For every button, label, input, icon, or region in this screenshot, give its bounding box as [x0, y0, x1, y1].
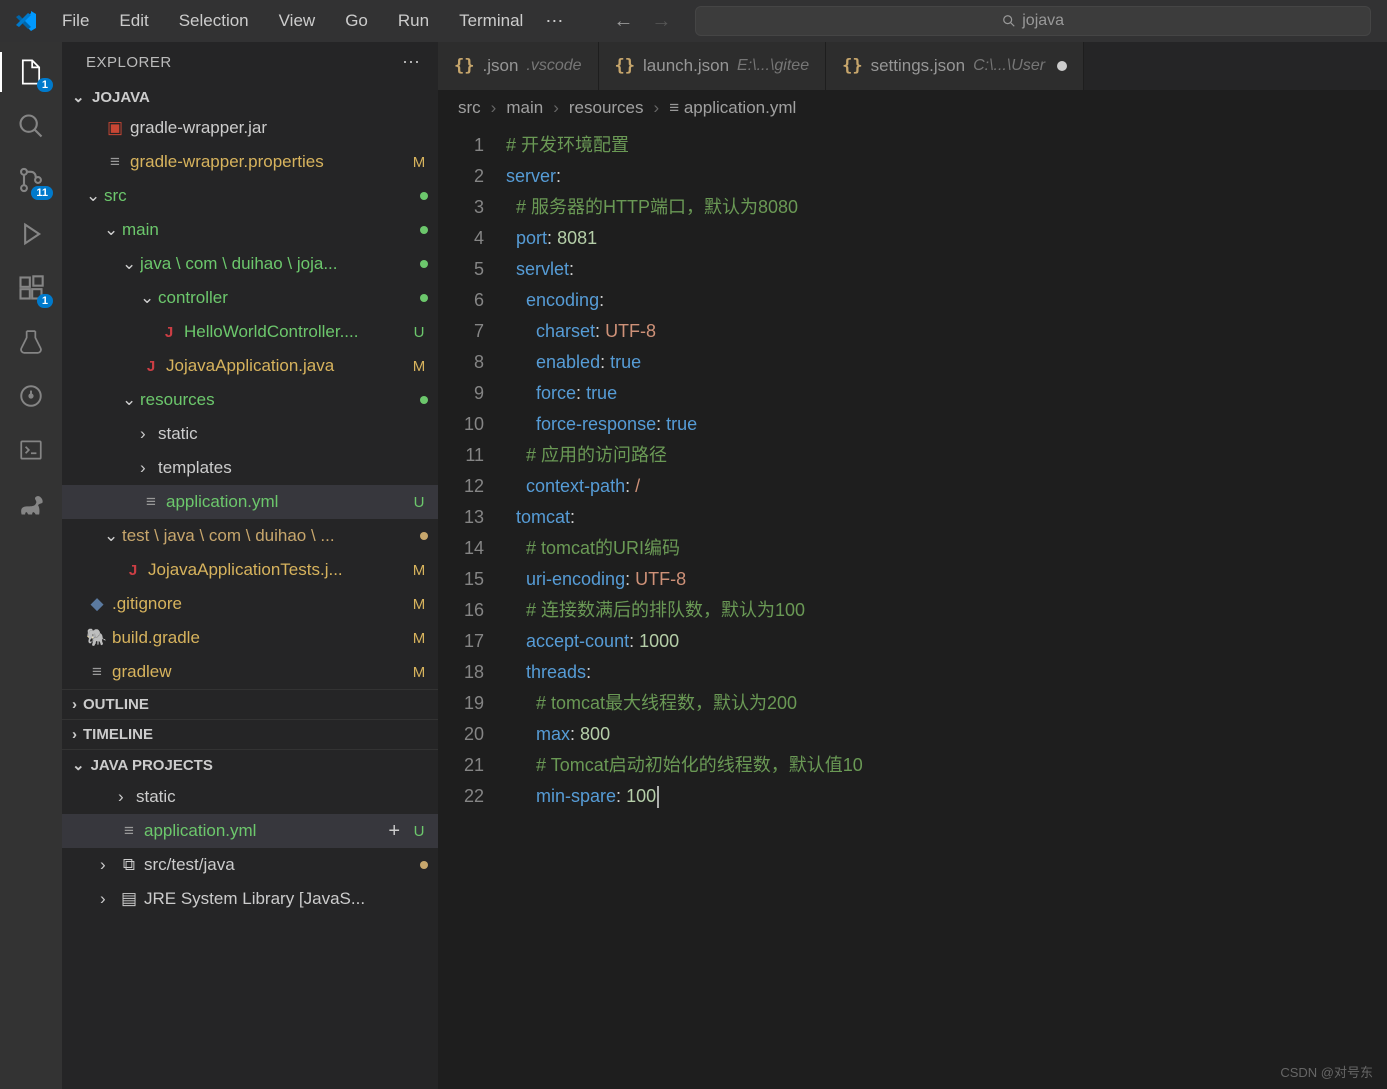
search-icon: [1002, 14, 1016, 28]
activity-scm-icon[interactable]: 11: [15, 164, 47, 196]
activity-gradle-icon[interactable]: [15, 488, 47, 520]
editor-tab[interactable]: {}launch.jsonE:\...\gitee: [599, 42, 827, 90]
explorer-sidebar: EXPLORER ⋯ ⌄JOJAVA ▣gradle-wrapper.jar≡g…: [62, 42, 438, 1089]
tree-item[interactable]: ›static: [62, 417, 438, 451]
activity-explorer-icon[interactable]: 1: [15, 56, 47, 88]
activity-debug-icon[interactable]: [15, 218, 47, 250]
explorer-more-icon[interactable]: ⋯: [402, 52, 420, 73]
menu-go[interactable]: Go: [333, 7, 380, 35]
jp-item[interactable]: ›⧉src/test/java: [62, 848, 438, 882]
tree-item[interactable]: JHelloWorldController....U: [62, 315, 438, 349]
menu-file[interactable]: File: [50, 7, 101, 35]
scm-badge: 11: [31, 186, 53, 200]
editor-area: {}.json.vscode{}launch.jsonE:\...\gitee{…: [438, 42, 1387, 1089]
code-content[interactable]: # 开发环境配置server: # 服务器的HTTP端口，默认为8080 por…: [506, 130, 1387, 1089]
activity-spring-icon[interactable]: [15, 380, 47, 412]
menu-view[interactable]: View: [267, 7, 328, 35]
project-header[interactable]: ⌄JOJAVA: [62, 83, 438, 111]
nav-arrows: ← →: [613, 10, 671, 33]
explorer-badge: 1: [37, 78, 53, 92]
explorer-title: EXPLORER: [86, 54, 172, 71]
tree-item[interactable]: ⌄controller: [62, 281, 438, 315]
tree-item[interactable]: ⌄java \ com \ duihao \ joja...: [62, 247, 438, 281]
breadcrumb-item[interactable]: main: [506, 98, 543, 118]
watermark: CSDN @对号东: [1280, 1062, 1373, 1081]
tree-item[interactable]: ▣gradle-wrapper.jar: [62, 111, 438, 145]
activity-extensions-icon[interactable]: 1: [15, 272, 47, 304]
line-gutter: 12345678910111213141516171819202122: [438, 130, 506, 1089]
activity-bar: 1 11 1: [0, 42, 62, 1089]
breadcrumb[interactable]: src›main›resources›≡ application.yml: [438, 90, 1387, 126]
java-projects-section[interactable]: ⌄JAVA PROJECTS: [62, 749, 438, 780]
tree-item[interactable]: ⌄test \ java \ com \ duihao \ ...: [62, 519, 438, 553]
menu-terminal[interactable]: Terminal: [447, 7, 535, 35]
menu-bar: FileEditSelectionViewGoRunTerminal: [50, 7, 535, 35]
ext-badge: 1: [37, 294, 53, 308]
tree-item[interactable]: 🐘build.gradleM: [62, 621, 438, 655]
breadcrumb-item[interactable]: resources: [569, 98, 644, 118]
tab-bar: {}.json.vscode{}launch.jsonE:\...\gitee{…: [438, 42, 1387, 90]
search-text: jojava: [1022, 12, 1064, 30]
tree-item[interactable]: ◆.gitignoreM: [62, 587, 438, 621]
jp-item[interactable]: ≡application.yml+U: [62, 814, 438, 848]
tree-item[interactable]: JJojavaApplication.javaM: [62, 349, 438, 383]
breadcrumb-item[interactable]: ≡ application.yml: [669, 98, 796, 118]
search-input[interactable]: jojava: [695, 6, 1371, 36]
menu-edit[interactable]: Edit: [107, 7, 160, 35]
tree-item[interactable]: ⌄main: [62, 213, 438, 247]
jp-item[interactable]: ›▤JRE System Library [JavaS...: [62, 882, 438, 916]
nav-back-icon[interactable]: ←: [613, 10, 633, 33]
activity-terminal-icon[interactable]: [15, 434, 47, 466]
tree-item[interactable]: ⌄resources: [62, 383, 438, 417]
tree-item[interactable]: ⌄src: [62, 179, 438, 213]
title-bar: FileEditSelectionViewGoRunTerminal ⋯ ← →…: [0, 0, 1387, 42]
activity-search-icon[interactable]: [15, 110, 47, 142]
tree-item[interactable]: ≡application.ymlU: [62, 485, 438, 519]
vscode-icon: [8, 9, 44, 33]
tree-item[interactable]: JJojavaApplicationTests.j...M: [62, 553, 438, 587]
nav-forward-icon[interactable]: →: [651, 10, 671, 33]
tree-item[interactable]: ≡gradle-wrapper.propertiesM: [62, 145, 438, 179]
menu-overflow-icon[interactable]: ⋯: [535, 7, 573, 36]
menu-selection[interactable]: Selection: [167, 7, 261, 35]
tree-item[interactable]: ≡gradlewM: [62, 655, 438, 689]
activity-testing-icon[interactable]: [15, 326, 47, 358]
menu-run[interactable]: Run: [386, 7, 441, 35]
tree-item[interactable]: ›templates: [62, 451, 438, 485]
editor-tab[interactable]: {}settings.jsonC:\...\User: [826, 42, 1084, 90]
jp-item[interactable]: ›static: [62, 780, 438, 814]
breadcrumb-item[interactable]: src: [458, 98, 481, 118]
project-name: JOJAVA: [92, 89, 150, 106]
editor-tab[interactable]: {}.json.vscode: [438, 42, 599, 90]
code-editor[interactable]: 12345678910111213141516171819202122 # 开发…: [438, 126, 1387, 1089]
timeline-section[interactable]: ›TIMELINE: [62, 719, 438, 749]
outline-section[interactable]: ›OUTLINE: [62, 689, 438, 719]
